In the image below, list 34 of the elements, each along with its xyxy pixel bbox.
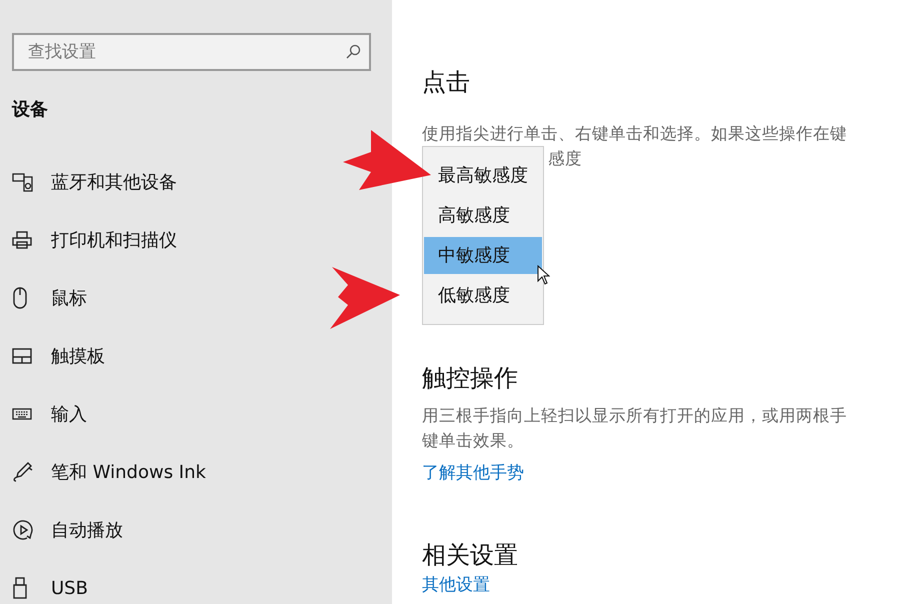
device-icon [12, 172, 34, 192]
sidebar-item[interactable]: 打印机和扫描仪 [51, 228, 177, 252]
description-text: 感度 [547, 148, 583, 170]
keyboard-icon [12, 408, 32, 420]
usb-icon [12, 577, 28, 599]
dropdown-option[interactable]: 中敏感度 [424, 237, 542, 274]
sidebar-item[interactable]: 自动播放 [51, 518, 123, 542]
section-heading: 相关设置 [422, 540, 519, 571]
section-heading: 点击 [422, 67, 471, 98]
dropdown-option[interactable]: 最高敏感度 [424, 156, 542, 196]
link[interactable]: 了解其他手势 [422, 463, 524, 483]
printer-icon [12, 230, 32, 250]
sidebar-item[interactable]: 笔和 Windows Ink [51, 460, 206, 484]
dropdown-option[interactable]: 低敏感度 [424, 276, 542, 316]
section-heading: 触控操作 [422, 362, 519, 394]
sidebar-item[interactable]: 鼠标 [51, 286, 87, 310]
dropdown-option[interactable]: 高敏感度 [424, 196, 542, 236]
mouse-icon [12, 287, 28, 309]
mouse-pointer-icon [537, 265, 550, 285]
description-text: 用三根手指向上轻扫以显示所有打开的应用，或用两根手 [422, 405, 848, 427]
search-field[interactable]: 查找设置 [12, 33, 371, 71]
sidebar-item[interactable]: 输入 [51, 402, 87, 426]
play-circle-icon [12, 519, 34, 541]
sidebar-item[interactable]: 蓝牙和其他设备 [51, 170, 177, 194]
callout-arrow [330, 267, 400, 329]
link[interactable]: 其他设置 [422, 575, 490, 595]
search-icon [345, 44, 361, 60]
description-text: 键单击效果。 [422, 430, 525, 452]
touchpad-icon [12, 348, 32, 364]
description-text: 使用指尖进行单击、右键单击和选择。如果这些操作在键 [422, 122, 848, 144]
pen-icon [12, 461, 34, 483]
sidebar-item[interactable]: USB [51, 578, 88, 598]
section-title: 设备 [12, 98, 49, 122]
sidebar-item[interactable]: 触摸板 [51, 344, 105, 368]
